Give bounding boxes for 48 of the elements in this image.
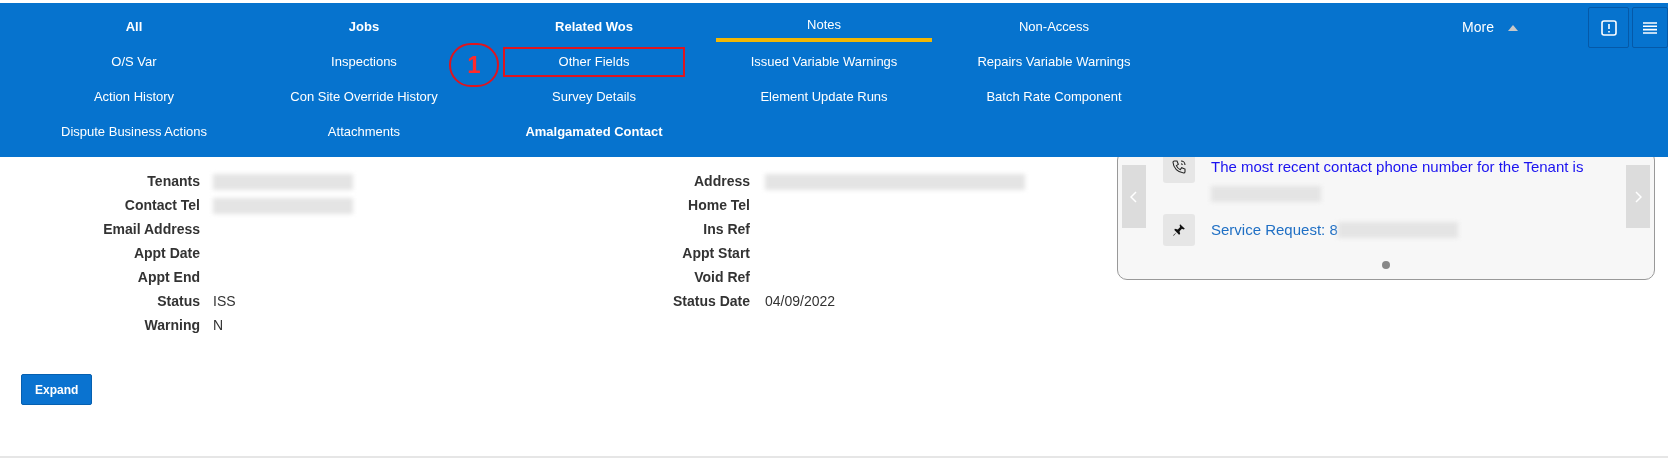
field-value: ISS xyxy=(213,292,236,309)
chevron-right-icon xyxy=(1634,190,1642,203)
field-label: Home Tel xyxy=(687,195,750,215)
menu-item[interactable]: Notes xyxy=(716,12,932,42)
menu-item[interactable]: Other Fields xyxy=(503,47,685,77)
field-label: Address xyxy=(692,171,750,191)
field-label: Warning xyxy=(143,315,200,335)
field-value: 04/09/2022 xyxy=(765,292,836,309)
expand-button[interactable]: Expand xyxy=(21,374,93,405)
menu-item[interactable]: Jobs xyxy=(348,12,380,42)
field-value: N xyxy=(213,316,224,333)
menu-item[interactable]: Action History xyxy=(93,82,175,112)
field-label: Tenants xyxy=(146,171,200,191)
more-menu-button[interactable]: More xyxy=(1462,17,1518,38)
alert-button[interactable] xyxy=(1588,7,1629,48)
field-label: Void Ref xyxy=(693,267,750,287)
field-label: Appt Start xyxy=(681,243,750,263)
menu-item[interactable]: Repairs Variable Warnings xyxy=(977,47,1131,77)
field-label: Contact Tel xyxy=(123,195,200,215)
annotation-badge: 1 xyxy=(449,43,499,87)
menu-item[interactable]: Non-Access xyxy=(1018,12,1090,42)
menu-item[interactable]: All xyxy=(125,12,143,42)
chevron-left-icon xyxy=(1130,190,1138,203)
menu-item[interactable]: Survey Details xyxy=(552,82,636,112)
menu-item[interactable]: Issued Variable Warnings xyxy=(750,47,898,77)
menu-item[interactable]: Related Wos xyxy=(555,12,633,42)
menu-item[interactable]: Inspections xyxy=(331,47,397,77)
alert-icon xyxy=(1600,19,1617,36)
menu-item[interactable]: Element Update Runs xyxy=(760,82,888,112)
contact-message: The most recent contact phone number for the Tenant is xyxy=(1211,158,1584,175)
menu-item[interactable]: O/S Var xyxy=(111,47,157,77)
menu-button[interactable] xyxy=(1632,7,1668,48)
menu-icon xyxy=(1643,21,1657,34)
caret-up-icon xyxy=(1508,24,1518,31)
menu-item[interactable]: Con Site Override History xyxy=(290,82,438,112)
menu-item[interactable]: Attachments xyxy=(327,117,401,147)
field-label: Appt Date xyxy=(132,243,200,263)
phone-icon xyxy=(1171,159,1187,175)
service-request-link[interactable]: Service Request: 8 xyxy=(1211,219,1338,241)
menu-item[interactable]: Amalgamated Contact xyxy=(525,117,663,147)
field-label: Email Address xyxy=(102,219,200,239)
field-label: Ins Ref xyxy=(702,219,750,239)
field-label: Status xyxy=(156,291,200,311)
field-label: Appt End xyxy=(136,267,200,287)
pin-icon xyxy=(1172,223,1186,237)
menu-item[interactable]: Dispute Business Actions xyxy=(61,117,207,147)
field-label: Status Date xyxy=(671,291,750,311)
menu-item[interactable]: Batch Rate Component xyxy=(986,82,1122,112)
